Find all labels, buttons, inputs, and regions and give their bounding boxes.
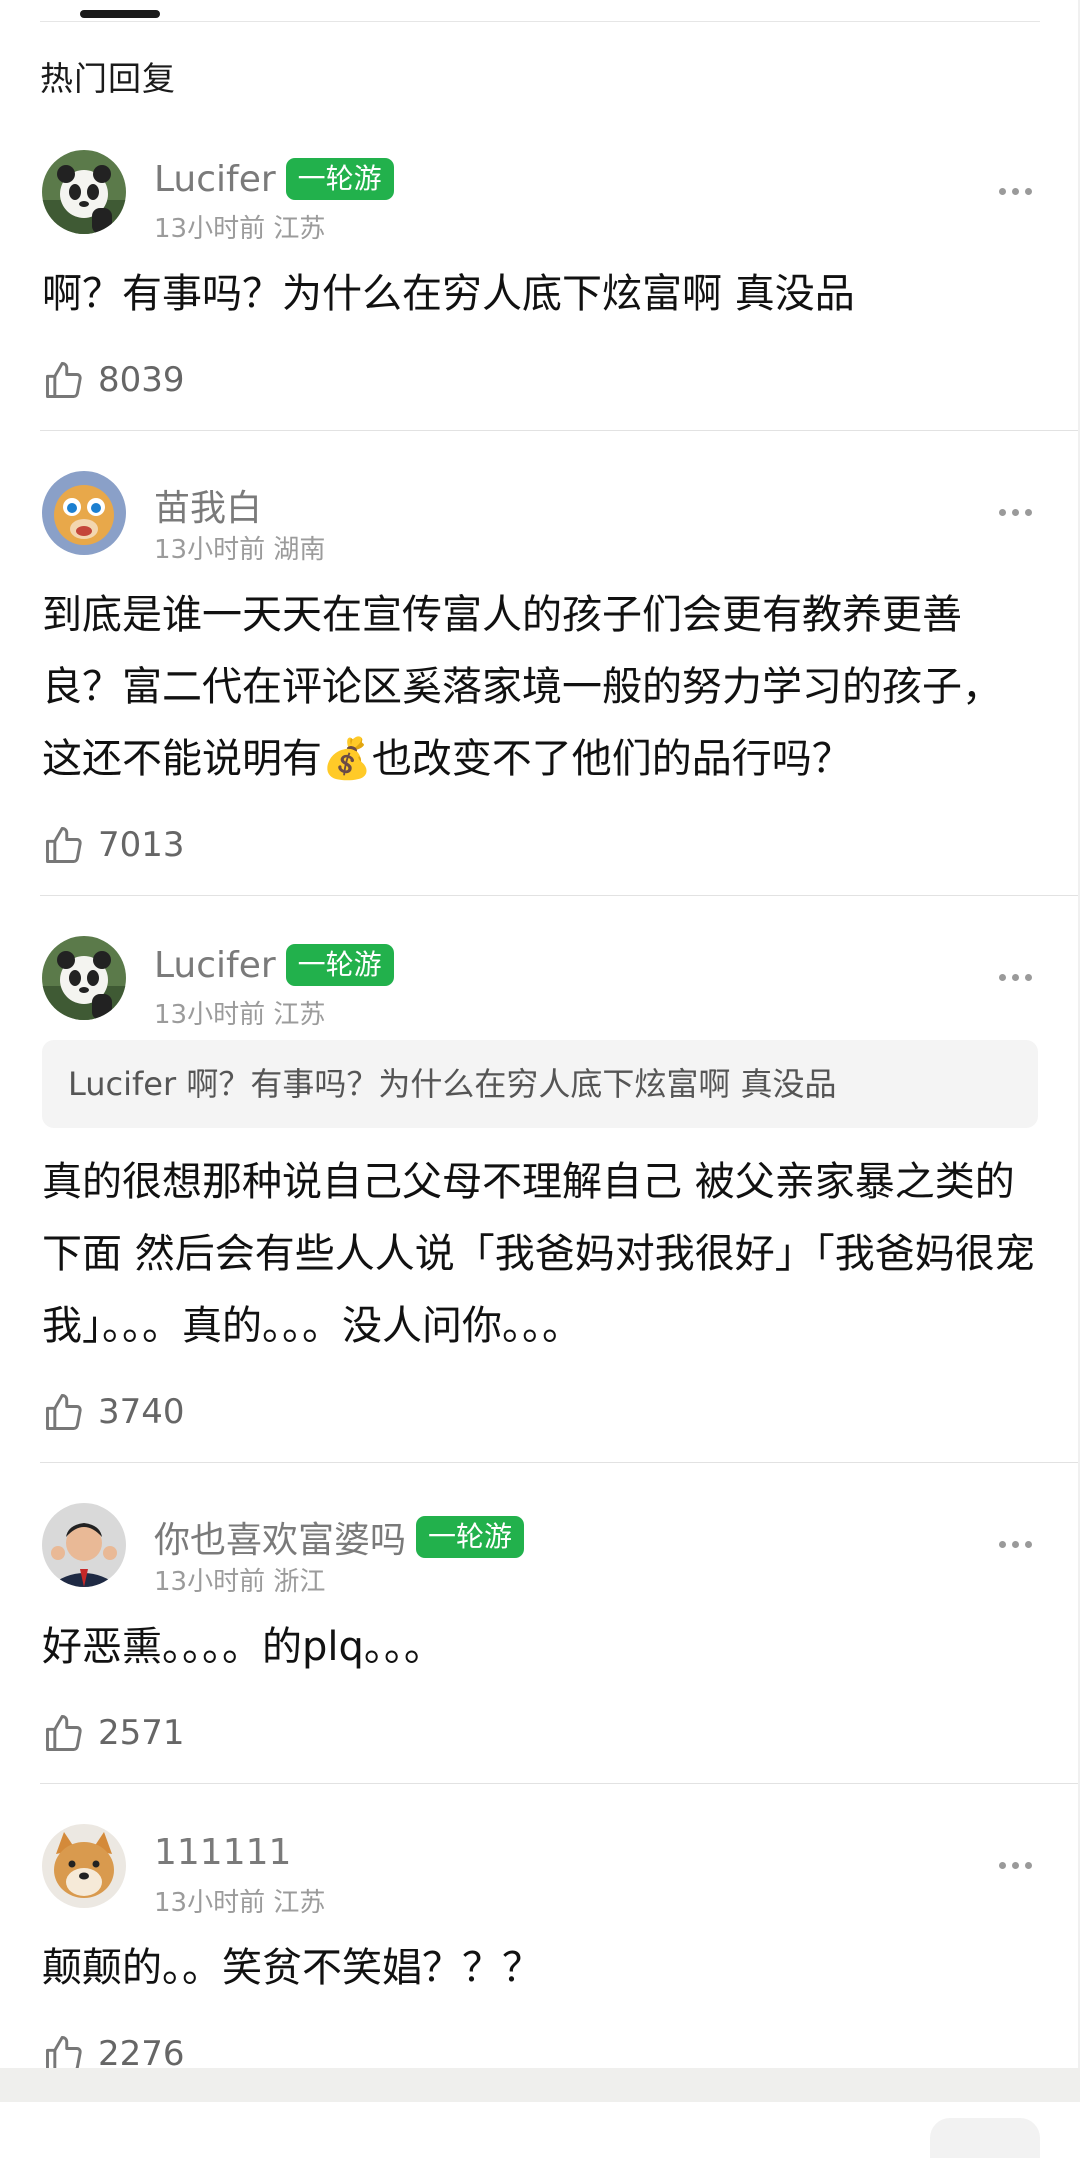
comment-text: 颠颠的。。笑贫不笑娼？？？ <box>42 1945 542 1991</box>
bottom-pill-button[interactable] <box>930 2118 1040 2158</box>
comment-item: 苗我白 13小时前 湖南 到底是谁一天天在宣传富人的孩子们会更有教养更善良？富二… <box>0 461 1080 895</box>
user-badge: 一轮游 <box>416 1516 525 1558</box>
top-divider <box>40 21 1040 22</box>
like-button[interactable]: 3740 <box>42 1362 1038 1462</box>
panda-avatar[interactable] <box>42 150 126 234</box>
money-bag-emoji: 💰 <box>322 736 372 782</box>
comment-item: Lucifer 一轮游 13小时前 江苏 Lucifer 啊？有事吗？为什么在穷… <box>0 926 1080 1462</box>
comment-text: 真的很想那种说自己父母不理解自己 被父亲家暴之类的下面 然后会有些人人说「我爸妈… <box>42 1159 1035 1349</box>
like-count: 3740 <box>98 1392 185 1432</box>
comment-text-part: 也改变不了他们的品行吗？ <box>371 736 852 782</box>
comment-text: 啊？有事吗？为什么在穷人底下炫富啊 真没品 <box>42 271 855 317</box>
more-options-button[interactable] <box>999 509 1032 516</box>
user-name[interactable]: 你也喜欢富婆吗 <box>154 1511 406 1563</box>
like-button[interactable]: 8039 <box>42 330 1038 430</box>
thumbs-up-icon <box>46 827 82 863</box>
comment-meta: 13小时前 江苏 <box>154 1888 326 1918</box>
user-badge: 一轮游 <box>285 944 394 986</box>
user-badge: 一轮游 <box>285 158 394 200</box>
comment-meta: 13小时前 江苏 <box>154 1000 326 1030</box>
like-count: 8039 <box>98 360 185 400</box>
comment-item: 111111 13小时前 江苏 颠颠的。。笑贫不笑娼？？？ 2276 <box>0 1814 1080 2104</box>
more-options-button[interactable] <box>999 974 1032 981</box>
comment-meta: 13小时前 江苏 <box>154 214 326 244</box>
more-options-button[interactable] <box>999 188 1032 195</box>
like-count: 2571 <box>98 1713 185 1753</box>
user-name[interactable]: 苗我白 <box>154 479 262 531</box>
user-name[interactable]: Lucifer <box>154 945 276 986</box>
like-button[interactable]: 7013 <box>42 795 1038 895</box>
more-options-button[interactable] <box>999 1862 1032 1869</box>
man-in-suit-avatar[interactable] <box>42 1503 126 1587</box>
more-options-button[interactable] <box>999 1541 1032 1548</box>
comment-text: 好恶熏。。。。的plq。。。 <box>42 1624 444 1670</box>
bottom-area <box>0 2102 1080 2179</box>
user-name[interactable]: Lucifer <box>154 159 276 200</box>
thumbs-up-icon <box>46 1715 82 1751</box>
like-count: 7013 <box>98 825 185 865</box>
section-title: 热门回复 <box>40 59 176 98</box>
comment-item: Lucifer 一轮游 13小时前 江苏 啊？有事吗？为什么在穷人底下炫富啊 真… <box>0 140 1080 430</box>
shiba-dog-avatar[interactable] <box>42 1824 126 1908</box>
thumbs-up-icon <box>46 362 82 398</box>
comment-list: Lucifer 一轮游 13小时前 江苏 啊？有事吗？为什么在穷人底下炫富啊 真… <box>0 140 1080 2104</box>
thumbs-up-icon <box>46 1394 82 1430</box>
tab-indicator <box>80 10 160 18</box>
like-button[interactable]: 2571 <box>42 1683 1038 1783</box>
comment-item: 你也喜欢富婆吗 一轮游 13小时前 浙江 好恶熏。。。。的plq。。。 2571 <box>0 1493 1080 1783</box>
user-name[interactable]: 111111 <box>154 1832 291 1873</box>
quoted-reply[interactable]: Lucifer 啊？有事吗？为什么在穷人底下炫富啊 真没品 <box>42 1040 1038 1128</box>
comment-meta: 13小时前 湖南 <box>154 535 326 565</box>
comment-meta: 13小时前 浙江 <box>154 1567 326 1597</box>
cartoon-duck-avatar[interactable] <box>42 471 126 555</box>
comment-text: 到底是谁一天天在宣传富人的孩子们会更有教养更善良？富二代在评论区奚落家境一般的努… <box>42 579 1038 795</box>
panda-avatar[interactable] <box>42 936 126 1020</box>
section-separator <box>0 2068 1080 2102</box>
